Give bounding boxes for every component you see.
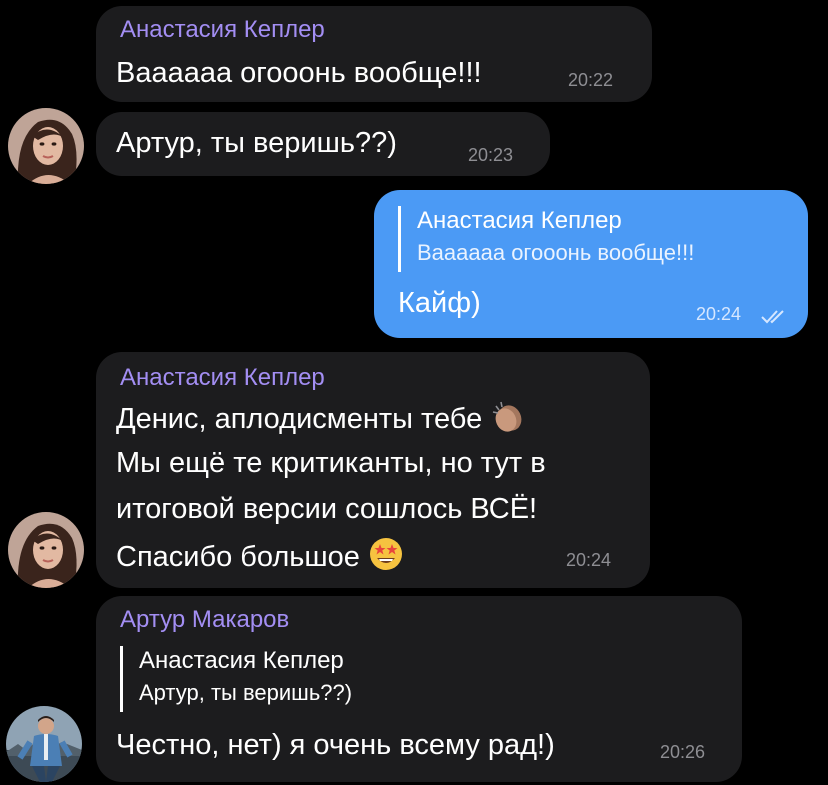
message-bubble[interactable]: Артур, ты веришь??) 20:23 [96,112,550,176]
message-time: 20:26 [660,742,706,762]
message-time: 20:22 [568,70,614,90]
clapping-hands-emoji [493,401,522,432]
message-text: Мы ещё те критиканты, но тут в [116,447,546,479]
double-check-icon [761,310,784,324]
message-text: Денис, аплодисменты тебе [116,403,483,435]
star-struck-emoji [369,538,402,570]
avatar[interactable] [8,108,84,184]
avatar[interactable] [6,706,82,782]
reply-sender: Анастасия Кеплер [417,207,622,234]
message-bubble[interactable]: Анастасия Кеплер Ваааааа огооонь вообще!… [96,6,652,102]
message-line: Денис, аплодисменты тебе [116,398,526,438]
message-text: Ваааааа огооонь вообще!!! [116,57,482,89]
message-time: 20:24 [696,304,742,324]
sender-name[interactable]: Анастасия Кеплер [120,364,325,392]
message-time: 20:24 [566,550,612,570]
message-text: Артур, ты веришь??) [116,127,397,159]
message-text: итоговой версии сошлось ВСЁ! [116,493,538,525]
message-line: Спасибо большое [116,536,404,576]
avatar[interactable] [8,512,84,588]
message-text: Честно, нет) я очень всему рад!) [116,729,555,761]
message-text: Кайф) [398,287,481,319]
message-time: 20:23 [468,145,514,165]
reply-text: Ваааааа огооонь вообще!!! [417,240,695,265]
reply-quote[interactable]: Анастасия Кеплер Артур, ты веришь??) [120,646,352,712]
reply-text: Артур, ты веришь??) [139,680,353,705]
outgoing-message-bubble[interactable]: Анастасия Кеплер Ваааааа огооонь вообще!… [374,190,808,338]
sender-name[interactable]: Артур Макаров [120,606,289,634]
reply-sender: Анастасия Кеплер [139,647,344,674]
message-bubble[interactable]: Артур Макаров Анастасия Кеплер Артур, ты… [96,596,742,782]
sender-name[interactable]: Анастасия Кеплер [120,16,325,44]
message-text: Спасибо большое [116,541,360,573]
message-bubble[interactable]: Анастасия Кеплер Денис, аплодисменты теб… [96,352,650,588]
reply-quote[interactable]: Анастасия Кеплер Ваааааа огооонь вообще!… [398,206,694,272]
